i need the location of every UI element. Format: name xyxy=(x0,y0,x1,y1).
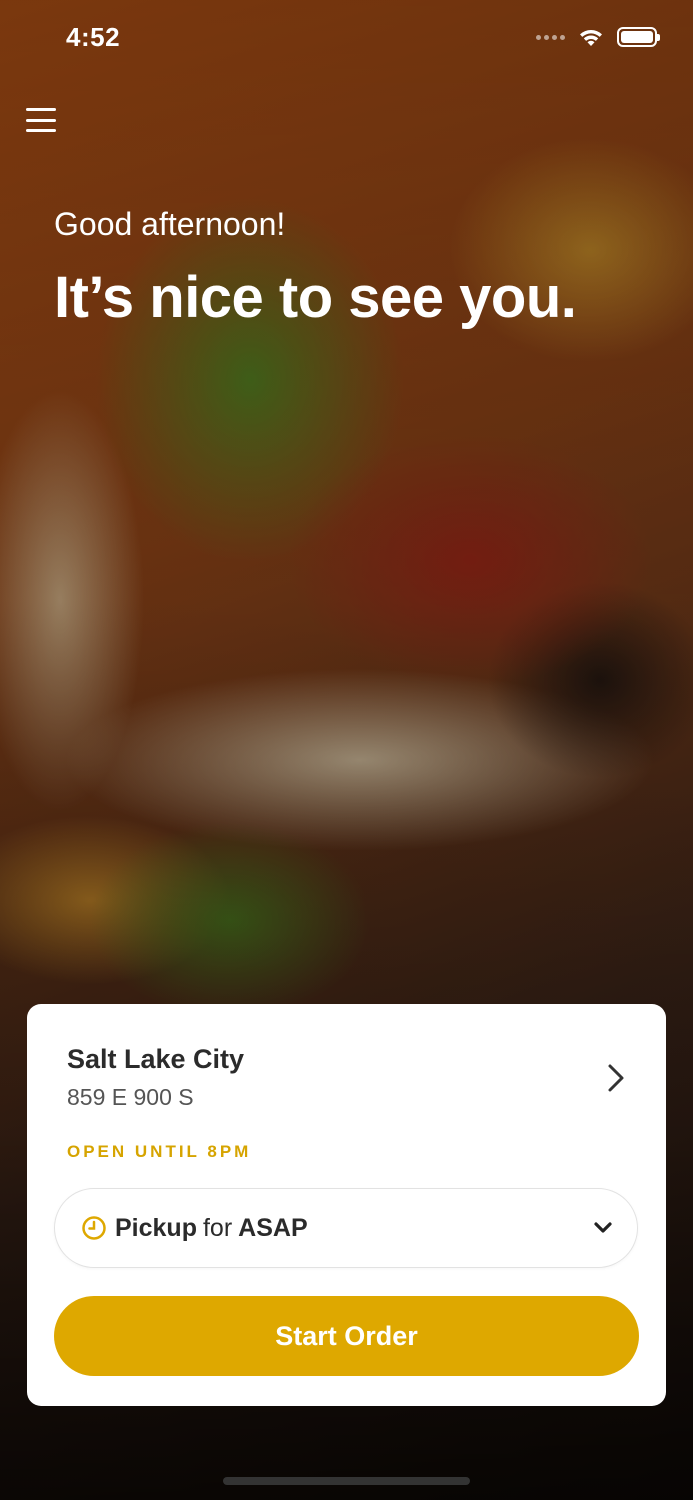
pickup-connector: for xyxy=(202,1213,233,1242)
cellular-signal-icon xyxy=(536,34,565,40)
menu-icon-bar xyxy=(26,108,56,111)
menu-button[interactable] xyxy=(26,106,56,134)
pickup-summary: Pickup for ASAP xyxy=(115,1214,308,1243)
chevron-right-icon[interactable] xyxy=(604,1062,628,1094)
status-icons xyxy=(536,26,660,48)
status-bar: 4:52 xyxy=(0,0,693,76)
pickup-time-select[interactable]: Pickup for ASAP xyxy=(54,1188,638,1268)
home-indicator[interactable] xyxy=(223,1477,470,1485)
store-name[interactable]: Salt Lake City xyxy=(67,1044,244,1075)
store-address[interactable]: 859 E 900 S xyxy=(67,1084,194,1111)
greeting-text: Good afternoon! xyxy=(54,206,286,242)
hours-status: OPEN UNTIL 8PM xyxy=(67,1142,252,1161)
pickup-mode: Pickup xyxy=(115,1213,197,1242)
status-time: 4:52 xyxy=(66,22,121,52)
clock-icon xyxy=(82,1216,106,1240)
start-order-button[interactable]: Start Order xyxy=(54,1296,639,1376)
store-card: Salt Lake City 859 E 900 S OPEN UNTIL 8P… xyxy=(27,1004,666,1406)
chevron-down-icon xyxy=(594,1222,612,1233)
pickup-time: ASAP xyxy=(238,1213,308,1242)
menu-icon-bar xyxy=(26,118,56,122)
headline-text: It’s nice to see you. xyxy=(54,265,577,330)
wifi-icon xyxy=(580,30,602,46)
battery-icon xyxy=(617,27,660,47)
menu-icon-bar xyxy=(26,129,56,132)
